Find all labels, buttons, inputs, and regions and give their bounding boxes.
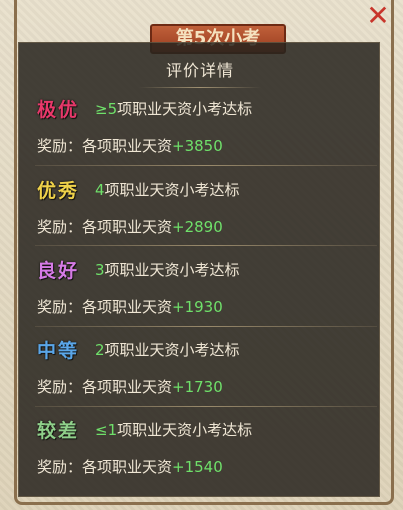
tier-fine: 良好 3项职业天资小考达标 奖励：各项职业天资+1930	[19, 256, 381, 336]
condition-text: 项职业天资小考达标	[104, 341, 240, 359]
tier-poor: 较差 ≤1项职业天资小考达标 奖励：各项职业天资+1540	[19, 416, 381, 496]
tier-condition: 2项职业天资小考达标	[95, 339, 240, 360]
tier-reward: 奖励：各项职业天资+1730	[37, 376, 223, 397]
condition-text: 项职业天资小考达标	[104, 181, 240, 199]
title-divider	[139, 87, 261, 88]
dialog-title: 评价详情	[165, 61, 234, 80]
evaluation-detail-dialog: 评价详情 极优 ≥5项职业天资小考达标 奖励：各项职业天资+3850 优秀 4项…	[18, 42, 380, 497]
reward-label: 奖励：各项职业天资	[37, 137, 173, 155]
reward-label: 奖励：各项职业天资	[37, 378, 173, 396]
tier-name: 极优	[37, 99, 80, 121]
tier-divider	[35, 326, 377, 327]
tier-condition: ≥5项职业天资小考达标	[95, 98, 252, 119]
tier-excellent: 极优 ≥5项职业天资小考达标 奖励：各项职业天资+3850	[19, 95, 381, 175]
tier-reward: 奖励：各项职业天资+1540	[37, 456, 223, 477]
condition-count: ≤1	[95, 421, 118, 439]
condition-text: 项职业天资小考达标	[117, 421, 253, 439]
tier-reward: 奖励：各项职业天资+3850	[37, 135, 223, 156]
tier-good: 优秀 4项职业天资小考达标 奖励：各项职业天资+2890	[19, 176, 381, 256]
reward-amount: +1930	[172, 298, 223, 316]
reward-amount: +2890	[172, 218, 223, 236]
tier-condition: ≤1项职业天资小考达标	[95, 419, 252, 440]
tier-name: 良好	[37, 260, 80, 282]
tier-average: 中等 2项职业天资小考达标 奖励：各项职业天资+1730	[19, 336, 381, 416]
condition-count: 4	[95, 181, 105, 199]
reward-amount: +1730	[172, 378, 223, 396]
condition-count: 3	[95, 261, 105, 279]
tier-divider	[35, 406, 377, 407]
tier-name: 较差	[37, 420, 80, 442]
tier-condition: 4项职业天资小考达标	[95, 179, 240, 200]
tier-name: 优秀	[37, 180, 80, 202]
tier-divider	[35, 245, 377, 246]
reward-label: 奖励：各项职业天资	[37, 218, 173, 236]
condition-text: 项职业天资小考达标	[104, 261, 240, 279]
reward-amount: +3850	[172, 137, 223, 155]
close-icon[interactable]: ✕	[364, 2, 392, 30]
reward-label: 奖励：各项职业天资	[37, 298, 173, 316]
tier-divider	[35, 165, 377, 166]
condition-count: ≥5	[95, 100, 118, 118]
tier-name: 中等	[37, 340, 80, 362]
condition-text: 项职业天资小考达标	[117, 100, 253, 118]
tier-condition: 3项职业天资小考达标	[95, 259, 240, 280]
tier-reward: 奖励：各项职业天资+2890	[37, 216, 223, 237]
tier-reward: 奖励：各项职业天资+1930	[37, 296, 223, 317]
condition-count: 2	[95, 341, 105, 359]
reward-amount: +1540	[172, 458, 223, 476]
reward-label: 奖励：各项职业天资	[37, 458, 173, 476]
